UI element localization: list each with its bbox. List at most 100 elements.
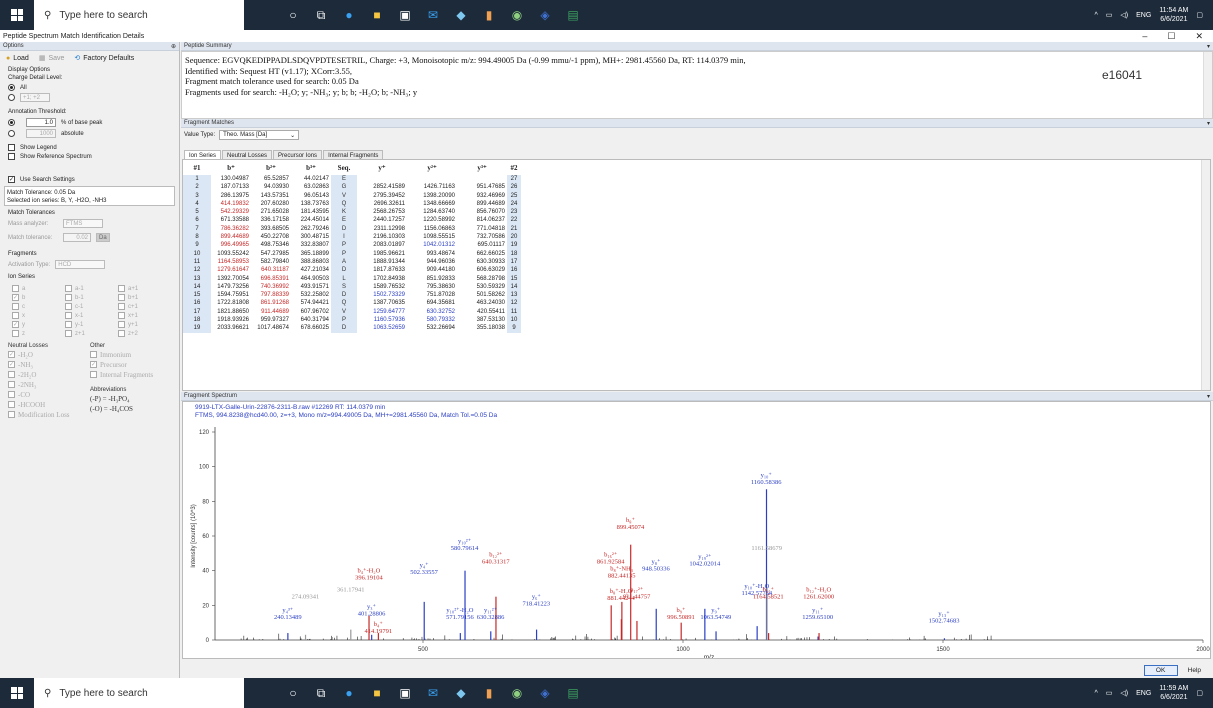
neutral-loss-checkbox[interactable]: -2NH₃ — [6, 380, 84, 390]
excel-icon[interactable]: ▤ — [562, 682, 584, 704]
table-row[interactable]: 12 1279.61647 640.31187 427.21034 D 1817.8763… — [183, 266, 521, 275]
ion-checkbox[interactable]: x — [12, 312, 61, 319]
mass-analyzer-select[interactable]: FTMS — [63, 219, 103, 228]
file-explorer-icon[interactable]: ■ — [366, 4, 388, 26]
volume-icon[interactable]: ◁) — [1120, 11, 1128, 19]
other-checkbox[interactable]: ✓ Precursor — [88, 360, 166, 370]
neutral-loss-checkbox[interactable]: ✓ -NH₃ — [6, 360, 84, 370]
summary-scrollbar[interactable] — [1203, 52, 1212, 118]
threshold-abs-option[interactable]: 1000 absolute — [0, 128, 179, 139]
ion-checkbox[interactable]: a+1 — [118, 285, 167, 292]
other-checkbox[interactable]: Immonium — [88, 350, 166, 360]
ion-checkbox[interactable]: y+1 — [118, 321, 167, 328]
help-button[interactable]: Help — [1184, 667, 1205, 674]
other-checkbox[interactable]: Internal Fragments — [88, 370, 166, 380]
tray-arrow-icon[interactable]: ^ — [1095, 690, 1098, 697]
app-icon[interactable]: ◆ — [450, 4, 472, 26]
column-header[interactable]: #2 — [507, 160, 521, 175]
task-view-icon[interactable]: ⧉ — [310, 682, 332, 704]
volume-icon[interactable]: ◁) — [1120, 689, 1128, 697]
table-row[interactable]: 16 1722.81808 861.91268 574.94421 Q 1387.7063… — [183, 299, 521, 308]
cortana-icon[interactable]: ○ — [282, 682, 304, 704]
task-view-icon[interactable]: ⧉ — [310, 4, 332, 26]
table-row[interactable]: 4 414.19832 207.60280 138.73763 Q 2696.32611 1… — [183, 199, 521, 209]
ion-checkbox[interactable]: c+1 — [118, 303, 167, 310]
app-blue-icon[interactable]: ◈ — [534, 4, 556, 26]
tolerance-unit-select[interactable]: Da — [96, 233, 110, 242]
threshold-pct-option[interactable]: 1.0% of base peak — [0, 117, 179, 128]
neutral-loss-checkbox[interactable]: -2H₂O — [6, 370, 84, 380]
edge-icon[interactable]: ● — [338, 4, 360, 26]
ion-checkbox[interactable]: y-1 — [65, 321, 114, 328]
charge-all-option[interactable]: All — [0, 83, 179, 92]
table-row[interactable]: 11 1164.58953 582.79840 388.86803 A 1888.9134… — [183, 257, 521, 267]
start-button[interactable] — [0, 678, 34, 708]
collapse-icon[interactable]: ▾ — [1207, 43, 1213, 50]
app-blue-icon[interactable]: ◈ — [534, 682, 556, 704]
column-header[interactable]: #1 — [183, 160, 211, 175]
show-legend-checkbox[interactable]: Show Legend — [0, 143, 179, 152]
ion-checkbox[interactable]: c — [12, 303, 61, 310]
table-row[interactable]: 17 1821.88650 911.44689 607.96702 V 1259.6477… — [183, 307, 521, 317]
ion-checkbox[interactable]: ✓ b — [12, 294, 61, 301]
save-button[interactable]: ▦ Save — [39, 54, 65, 63]
notification-icon[interactable]: ▢ — [1196, 11, 1203, 19]
taskbar-search[interactable]: ⚲ Type here to search — [34, 678, 244, 708]
table-row[interactable]: 9 996.49965 498.75346 332.83807 P 2083.01897 1… — [183, 241, 521, 250]
table-row[interactable]: 2 187.07133 94.03930 63.02863 G 2852.41589 142… — [183, 183, 521, 192]
maximize-button[interactable]: ☐ — [1167, 31, 1175, 42]
column-header[interactable]: b³⁺ — [291, 160, 331, 175]
taskbar-search[interactable]: ⚲ Type here to search — [34, 0, 244, 30]
file-explorer-icon[interactable]: ■ — [366, 682, 388, 704]
ion-checkbox[interactable]: b-1 — [65, 294, 114, 301]
neutral-loss-checkbox[interactable]: Modification Loss — [6, 410, 84, 420]
show-reference-checkbox[interactable]: Show Reference Spectrum — [0, 152, 179, 161]
column-header[interactable]: y³⁺ — [457, 160, 507, 175]
mail-icon[interactable]: ✉ — [422, 682, 444, 704]
pin-icon[interactable]: ⊕ — [171, 43, 179, 50]
table-row[interactable]: 7 786.36282 393.68505 262.79246 D 2311.12998 1… — [183, 224, 521, 234]
minimize-button[interactable]: – — [1142, 31, 1147, 42]
tolerance-input[interactable]: 0.02 — [63, 233, 91, 242]
store-icon[interactable]: ▣ — [394, 682, 416, 704]
tray-arrow-icon[interactable]: ^ — [1095, 12, 1098, 19]
cortana-icon[interactable]: ○ — [282, 4, 304, 26]
abs-input[interactable]: 1000 — [26, 129, 56, 138]
app-icon[interactable]: ◆ — [450, 682, 472, 704]
table-row[interactable]: 18 1918.93926 959.97327 640.31794 P 1160.5793… — [183, 316, 521, 325]
document-icon[interactable]: ▮ — [478, 682, 500, 704]
app-green-icon[interactable]: ◉ — [506, 4, 528, 26]
ion-checkbox[interactable]: x-1 — [65, 312, 114, 319]
neutral-loss-checkbox[interactable]: -CO — [6, 390, 84, 400]
column-header[interactable]: b²⁺ — [251, 160, 291, 175]
table-row[interactable]: 14 1479.73256 740.36992 493.91571 S 1589.7653… — [183, 282, 521, 292]
table-row[interactable]: 6 671.33588 336.17158 224.45014 E 2440.17257 1… — [183, 216, 521, 225]
column-header[interactable]: Seq. — [331, 160, 357, 175]
ion-checkbox[interactable]: a-1 — [65, 285, 114, 292]
collapse-icon[interactable]: ▾ — [1207, 120, 1213, 127]
factory-defaults-button[interactable]: ⟲ Factory Defaults — [74, 54, 134, 63]
spectrum-chart[interactable]: 0 20 40 60 80 100 120 500 1000 1500 2000 m/z Intensi… — [183, 402, 1210, 661]
table-row[interactable]: 15 1594.75951 797.88339 532.25802 D 1502.7332… — [183, 291, 521, 300]
start-button[interactable] — [0, 0, 34, 30]
app-green-icon[interactable]: ◉ — [506, 682, 528, 704]
store-icon[interactable]: ▣ — [394, 4, 416, 26]
ion-checkbox[interactable]: c-1 — [65, 303, 114, 310]
clock[interactable]: 11:54 AM 6/6/2021 — [1159, 6, 1188, 24]
column-header[interactable]: b⁺ — [211, 160, 251, 175]
table-row[interactable]: 19 2033.96621 1017.48674 678.66025 D 1063.526… — [183, 324, 521, 333]
edge-icon[interactable]: ● — [338, 682, 360, 704]
load-button[interactable]: ● Load — [6, 55, 29, 62]
ion-checkbox[interactable]: x+1 — [118, 312, 167, 319]
notification-icon[interactable]: ▢ — [1196, 689, 1203, 697]
value-type-select[interactable]: Theo. Mass [Da] ⌄ — [219, 130, 300, 140]
excel-icon[interactable]: ▤ — [562, 4, 584, 26]
table-row[interactable]: 1 130.04987 65.52857 44.02147 E 27 — [183, 175, 521, 184]
table-row[interactable]: 8 899.44689 450.22708 300.48715 I 2196.10303 1… — [183, 233, 521, 242]
use-search-settings-checkbox[interactable]: ✓ Use Search Settings — [0, 175, 179, 184]
column-header[interactable]: y²⁺ — [407, 160, 457, 175]
ion-checkbox[interactable]: a — [12, 285, 61, 292]
ion-checkbox[interactable]: z+2 — [118, 330, 167, 337]
clock[interactable]: 11:59 AM 6/6/2021 — [1159, 684, 1188, 702]
table-scrollbar[interactable] — [1201, 160, 1210, 390]
